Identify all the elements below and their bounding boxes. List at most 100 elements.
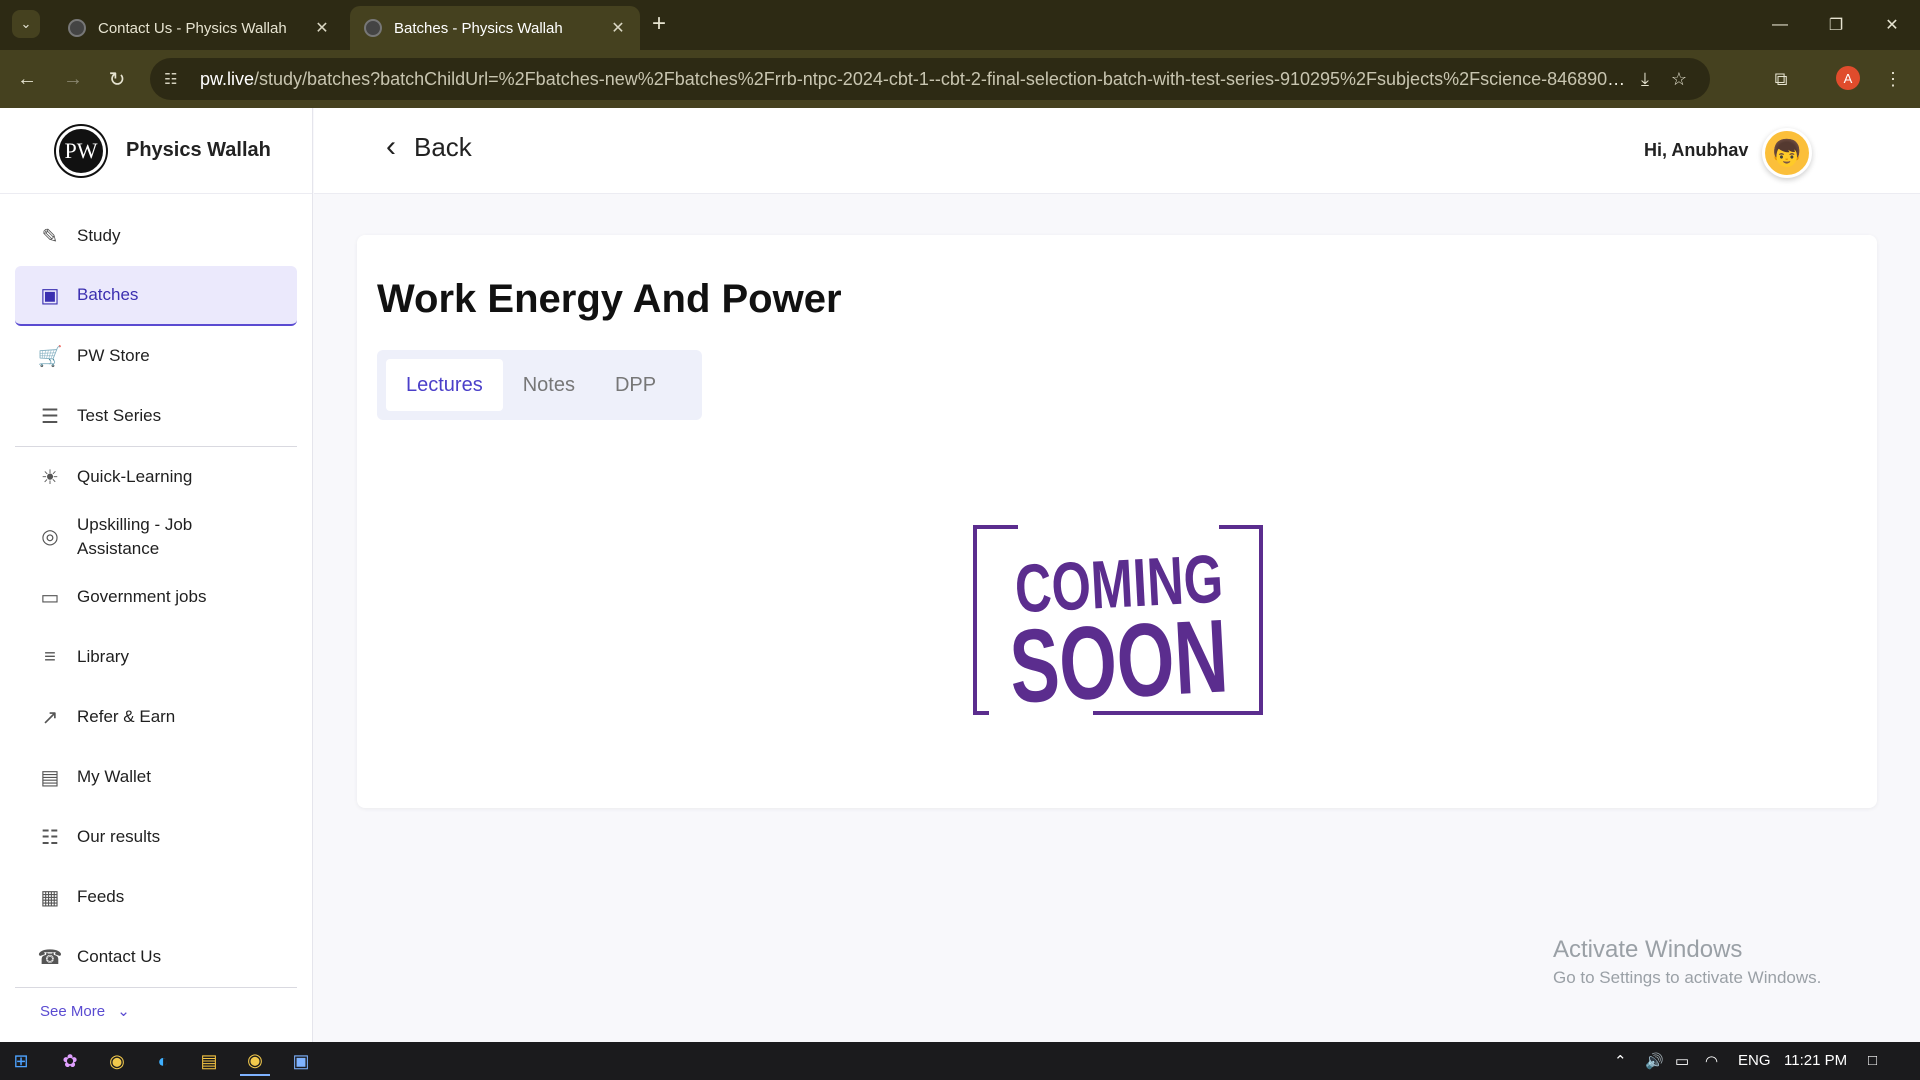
target-icon: ◎ bbox=[41, 526, 59, 548]
volume-icon[interactable]: 🔊 bbox=[1645, 1052, 1664, 1070]
user-greeting: Hi, Anubhav bbox=[1644, 140, 1749, 160]
sidebar-item-refer-earn[interactable]: ↗ Refer & Earn bbox=[15, 687, 297, 747]
brand[interactable]: PW Physics Wallah bbox=[0, 108, 312, 194]
sidebar-item-pw-store[interactable]: 🛒 PW Store bbox=[15, 326, 297, 386]
restore-icon[interactable]: ❐ bbox=[1808, 0, 1864, 50]
reload-icon[interactable]: ↻ bbox=[102, 64, 132, 94]
url-host: pw.live bbox=[200, 68, 255, 89]
site-info-icon[interactable]: ☷ bbox=[164, 70, 186, 88]
language-indicator[interactable]: ENG bbox=[1738, 1052, 1771, 1069]
sidebar-item-label: Test Series bbox=[77, 406, 162, 425]
see-more-button[interactable]: See More ⌄ bbox=[0, 988, 312, 1020]
minimize-icon[interactable]: — bbox=[1752, 0, 1808, 50]
bulb-icon: ☀ bbox=[41, 466, 59, 489]
briefcase-icon: ▭ bbox=[40, 586, 60, 609]
cart-icon: 🛒 bbox=[37, 345, 63, 368]
sidebar-item-batches[interactable]: ▣ Batches bbox=[15, 266, 297, 326]
bookmark-star-icon[interactable]: ☆ bbox=[1662, 69, 1696, 90]
url-path: /study/batches?batchChildUrl=%2Fbatches-… bbox=[254, 68, 1628, 89]
install-app-icon[interactable]: ⤓ bbox=[1628, 69, 1662, 90]
content-tabs: Lectures Notes DPP bbox=[377, 350, 702, 420]
sidebar-item-label: Government jobs bbox=[77, 587, 207, 606]
profile-avatar[interactable]: A bbox=[1836, 66, 1860, 90]
library-icon: ≡ bbox=[44, 645, 56, 668]
coming-soon-illustration: COMING SOON bbox=[973, 525, 1263, 715]
tab-lectures[interactable]: Lectures bbox=[386, 359, 503, 411]
sidebar-item-upskilling[interactable]: ◎ Upskilling - Job Assistance bbox=[15, 507, 297, 567]
close-tab-icon[interactable]: ✕ bbox=[608, 18, 628, 38]
sidebar-item-our-results[interactable]: ☷ Our results bbox=[15, 807, 297, 867]
sidebar-item-label: PW Store bbox=[77, 346, 150, 365]
page-header: ‹ Back Hi, Anubhav 👦 bbox=[314, 108, 1920, 194]
notification-icon[interactable]: □ bbox=[1868, 1052, 1877, 1069]
sidebar-item-label: Our results bbox=[77, 827, 161, 846]
back-arrow-icon[interactable]: ← bbox=[12, 64, 42, 94]
chrome-active-icon[interactable]: ◉ bbox=[240, 1046, 270, 1076]
menu-dots-icon[interactable]: ⋮ bbox=[1878, 64, 1908, 94]
close-window-icon[interactable]: ✕ bbox=[1864, 0, 1920, 50]
remote-desktop-icon[interactable]: ▣ bbox=[286, 1046, 316, 1076]
tab-title: Batches - Physics Wallah bbox=[394, 19, 563, 37]
back-button[interactable]: ‹ Back bbox=[386, 130, 472, 164]
chevron-left-icon: ‹ bbox=[386, 130, 396, 163]
see-more-label: See More bbox=[40, 1003, 106, 1020]
tab-search-button[interactable]: ⌄ bbox=[12, 10, 40, 38]
phone-icon: ☎ bbox=[37, 946, 63, 969]
clock[interactable]: 11:21 PM bbox=[1784, 1052, 1847, 1069]
address-bar[interactable]: ☷ pw.live/study/batches?batchChildUrl=%2… bbox=[150, 58, 1710, 100]
extensions-icon[interactable]: ⧉ bbox=[1766, 64, 1796, 94]
document-icon: ☰ bbox=[41, 405, 59, 428]
sidebar-item-study[interactable]: ✎ Study bbox=[15, 206, 297, 266]
sidebar-nav-secondary: ☀ Quick-Learning ◎ Upskilling - Job Assi… bbox=[0, 447, 312, 987]
results-icon: ☷ bbox=[41, 826, 59, 849]
pw-logo-icon: PW bbox=[56, 125, 106, 176]
browser-tab-bar: ⌄ Contact Us - Physics Wallah ✕ Batches … bbox=[0, 0, 1920, 50]
sidebar-item-label: Contact Us bbox=[77, 947, 162, 966]
sidebar-item-label: Quick-Learning bbox=[77, 467, 193, 486]
user-avatar[interactable]: 👦 bbox=[1762, 128, 1812, 178]
sidebar-item-label: Library bbox=[77, 647, 129, 666]
chrome-icon[interactable]: ◉ bbox=[102, 1046, 132, 1076]
tab-title: Contact Us - Physics Wallah bbox=[98, 19, 287, 37]
windows-start-icon[interactable]: ⊞ bbox=[6, 1046, 36, 1076]
pw-favicon-icon bbox=[364, 19, 382, 37]
forward-arrow-icon[interactable]: → bbox=[58, 64, 88, 94]
share-icon: ↗ bbox=[41, 706, 59, 729]
feeds-icon: ▦ bbox=[40, 886, 60, 909]
sidebar-item-label: Feeds bbox=[77, 887, 125, 906]
browser-tab-batches[interactable]: Batches - Physics Wallah ✕ bbox=[350, 6, 640, 50]
copilot-icon[interactable]: ✿ bbox=[55, 1046, 85, 1076]
edge-icon[interactable]: ◐ bbox=[148, 1046, 178, 1076]
windows-activation-watermark: Activate Windows Go to Settings to activ… bbox=[1553, 936, 1821, 988]
batches-icon: ▣ bbox=[40, 284, 60, 307]
url-text[interactable]: pw.live/study/batches?batchChildUrl=%2Fb… bbox=[200, 69, 1628, 90]
sidebar-item-quick-learning[interactable]: ☀ Quick-Learning bbox=[15, 447, 297, 507]
sidebar-item-government-jobs[interactable]: ▭ Government jobs bbox=[15, 567, 297, 627]
browser-toolbar: ← → ↻ ☷ pw.live/study/batches?batchChild… bbox=[0, 50, 1920, 108]
soon-text: SOON bbox=[1007, 598, 1231, 715]
browser-tab-contact[interactable]: Contact Us - Physics Wallah ✕ bbox=[54, 6, 344, 50]
new-tab-icon[interactable]: + bbox=[652, 12, 666, 36]
sidebar-item-test-series[interactable]: ☰ Test Series bbox=[15, 386, 297, 446]
sidebar-item-library[interactable]: ≡ Library bbox=[15, 627, 297, 687]
close-tab-icon[interactable]: ✕ bbox=[312, 18, 332, 38]
sidebar-item-label: Batches bbox=[77, 285, 139, 304]
sidebar-item-label: Refer & Earn bbox=[77, 707, 176, 726]
back-label: Back bbox=[414, 131, 472, 162]
battery-icon[interactable]: ▭ bbox=[1675, 1052, 1689, 1070]
wallet-icon: ▤ bbox=[40, 766, 60, 789]
sidebar: PW Physics Wallah ✎ Study ▣ Batches 🛒 PW… bbox=[0, 108, 313, 1042]
watermark-subtext: Go to Settings to activate Windows. bbox=[1553, 968, 1822, 987]
tab-dpp[interactable]: DPP bbox=[595, 359, 676, 411]
file-explorer-icon[interactable]: ▤ bbox=[194, 1046, 224, 1076]
sidebar-item-contact-us[interactable]: ☎ Contact Us bbox=[15, 927, 297, 987]
tab-notes[interactable]: Notes bbox=[503, 359, 595, 411]
sidebar-item-feeds[interactable]: ▦ Feeds bbox=[15, 867, 297, 927]
tray-overflow-icon[interactable]: ⌃ bbox=[1614, 1052, 1627, 1070]
sidebar-item-my-wallet[interactable]: ▤ My Wallet bbox=[15, 747, 297, 807]
sidebar-item-label: Study bbox=[77, 226, 121, 245]
chevron-down-icon: ⌄ bbox=[117, 1003, 130, 1020]
wifi-icon[interactable]: ◠ bbox=[1705, 1052, 1718, 1070]
sidebar-item-label: Upskilling - Job Assistance bbox=[77, 515, 193, 558]
windows-taskbar: ⊞ ✿ ◉ ◐ ▤ ◉ ▣ ⌃ 🔊 ▭ ◠ ENG 11:21 PM □ bbox=[0, 1042, 1920, 1080]
